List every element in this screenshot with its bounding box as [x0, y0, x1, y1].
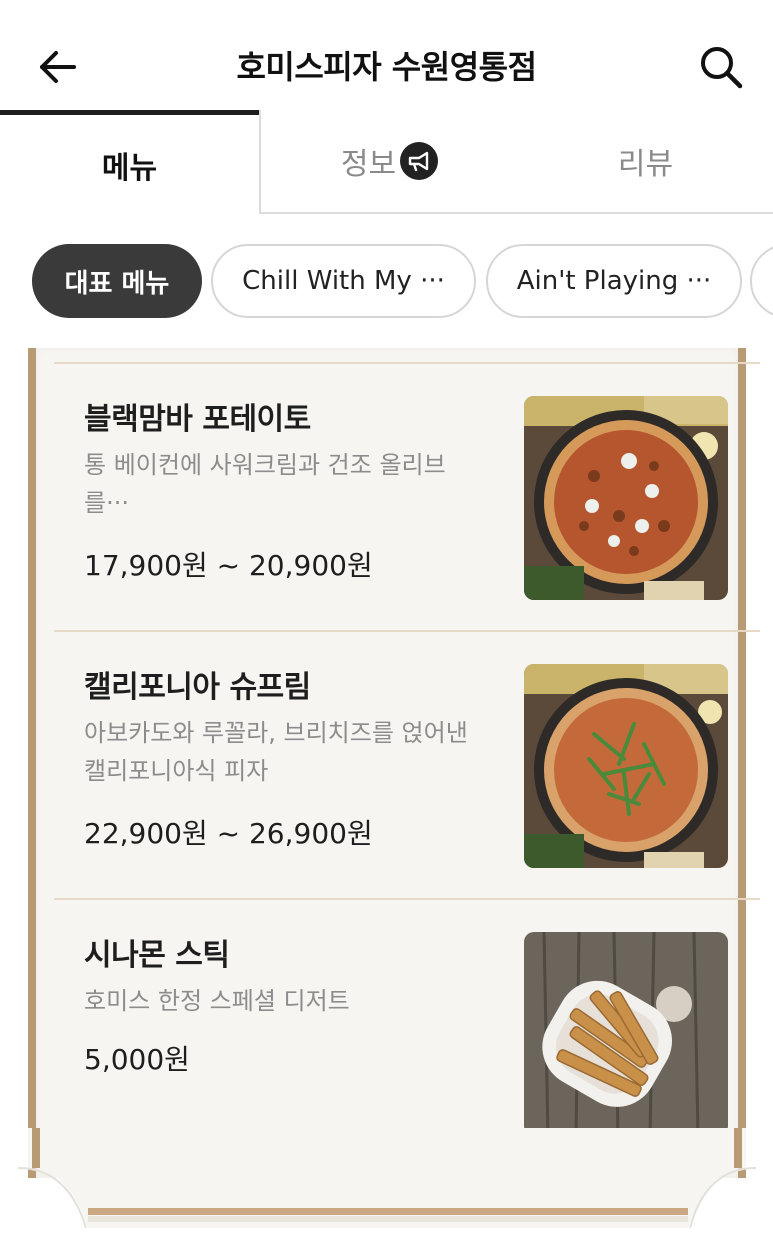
menu-item-divider	[54, 898, 760, 900]
store-menu-screen: 호미스피자 수원영통점 메뉴 정보 리뷰 대표 메뉴 Chill With My…	[0, 0, 773, 1240]
search-icon	[701, 47, 743, 89]
board-top-divider	[54, 362, 760, 364]
tab-review[interactable]: 리뷰	[518, 110, 773, 214]
menu-item[interactable]: 시나몬 스틱 호미스 한정 스페셜 디저트 5,000원	[54, 912, 758, 1142]
tab-review-label: 리뷰	[617, 147, 674, 182]
menu-item-name: 캘리포니아 슈프림	[84, 670, 311, 705]
store-title: 호미스피자 수원영통점	[236, 48, 537, 86]
pizza-photo-icon	[524, 664, 728, 868]
tab-menu-label: 메뉴	[101, 150, 158, 186]
menu-item-description: 호미스 한정 스페셜 디저트	[84, 982, 504, 1020]
menu-item-description-line: 를···	[84, 489, 129, 517]
menu-item-description-line: 캘리포니아식 피자	[84, 757, 269, 785]
menu-item-price: 22,900원 ~ 26,900원	[84, 817, 373, 850]
store-tabs: 메뉴 정보 리뷰	[0, 110, 773, 214]
menu-item-name: 시나몬 스틱	[84, 938, 230, 973]
category-chip-bar: 대표 메뉴 Chill With My ··· Ain't Playing ··…	[0, 244, 773, 318]
menu-item[interactable]: 블랙맘바 포테이토 통 베이컨에 사워크림과 건조 올리브 를··· 17,90…	[54, 376, 758, 632]
board-scroll-bottom	[18, 1128, 756, 1228]
menu-item-name: 블랙맘바 포테이토	[84, 402, 311, 437]
menu-item-description-line: 아보카도와 루꼴라, 브리치즈를 얹어낸	[84, 719, 468, 747]
menu-item-divider	[54, 630, 760, 632]
menu-item-description: 통 베이컨에 사워크림과 건조 올리브 를···	[84, 446, 504, 522]
chip-chill-with-my[interactable]: Chill With My ···	[211, 244, 476, 318]
menu-item[interactable]: 캘리포니아 슈프림 아보카도와 루꼴라, 브리치즈를 얹어낸 캘리포니아식 피자…	[54, 644, 758, 900]
tab-info-label: 정보	[340, 147, 397, 182]
top-app-bar: 호미스피자 수원영통점	[0, 0, 773, 112]
menu-item-price: 17,900원 ~ 20,900원	[84, 549, 373, 582]
menu-item-price: 5,000원	[84, 1043, 190, 1076]
tab-info[interactable]: 정보	[259, 110, 518, 214]
menu-item-description-line: 호미스 한정 스페셜 디저트	[84, 987, 350, 1015]
menu-item-description: 아보카도와 루꼴라, 브리치즈를 얹어낸 캘리포니아식 피자	[84, 714, 504, 790]
search-button[interactable]	[696, 42, 746, 92]
menu-item-photo[interactable]	[524, 664, 728, 868]
chip-signature-menu[interactable]: 대표 메뉴	[32, 244, 202, 318]
chip-aint-playing[interactable]: Ain't Playing ···	[486, 244, 742, 318]
megaphone-icon	[400, 142, 439, 180]
cinnamon-stick-photo-icon	[524, 932, 728, 1136]
menu-item-photo[interactable]	[524, 932, 728, 1136]
pizza-photo-icon	[524, 396, 728, 600]
menu-board: 블랙맘바 포테이토 통 베이컨에 사워크림과 건조 올리브 를··· 17,90…	[18, 348, 760, 1228]
menu-item-description-line: 통 베이컨에 사워크림과 건조 올리브	[84, 451, 446, 479]
tab-menu[interactable]: 메뉴	[0, 110, 259, 214]
chip-next-category[interactable]	[750, 244, 773, 318]
menu-item-photo[interactable]	[524, 396, 728, 600]
